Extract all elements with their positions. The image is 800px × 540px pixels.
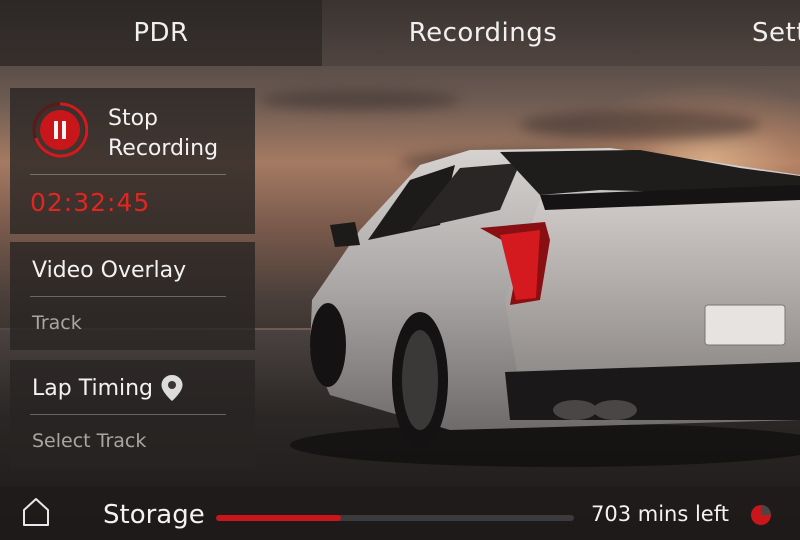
lap-timing-value[interactable]: Select Track (32, 430, 146, 452)
tab-bar: PDR Recordings Sett (0, 0, 800, 66)
tab-pdr[interactable]: PDR (0, 0, 322, 66)
stop-recording-line1: Stop (108, 106, 159, 131)
stop-recording-line2: Recording (108, 136, 219, 161)
location-pin-icon (161, 375, 183, 401)
video-overlay-value: Track (32, 312, 82, 334)
stop-recording-label: Stop Recording (108, 104, 218, 164)
bottom-bar: Storage 703 mins left (0, 486, 800, 540)
storage-progress-bar (216, 515, 574, 521)
recording-timer: 02:32:45 (30, 188, 151, 217)
recording-panel[interactable]: Stop Recording 02:32:45 (10, 88, 255, 234)
pause-record-icon[interactable] (32, 102, 88, 158)
tab-recordings[interactable]: Recordings (322, 0, 644, 66)
storage-progress-fill (216, 515, 342, 521)
storage-pie-icon (751, 505, 771, 525)
divider (30, 296, 226, 297)
storage-label: Storage (103, 500, 205, 530)
divider (30, 414, 226, 415)
home-icon[interactable] (20, 496, 52, 528)
tab-settings[interactable]: Sett (644, 0, 800, 66)
lap-timing-title: Lap Timing (32, 376, 154, 401)
divider (30, 174, 226, 175)
video-overlay-panel[interactable]: Video Overlay Track (10, 242, 255, 350)
storage-remaining: 703 mins left (591, 502, 729, 526)
video-overlay-title: Video Overlay (32, 258, 187, 283)
lap-timing-panel[interactable]: Lap Timing Select Track (10, 360, 255, 468)
